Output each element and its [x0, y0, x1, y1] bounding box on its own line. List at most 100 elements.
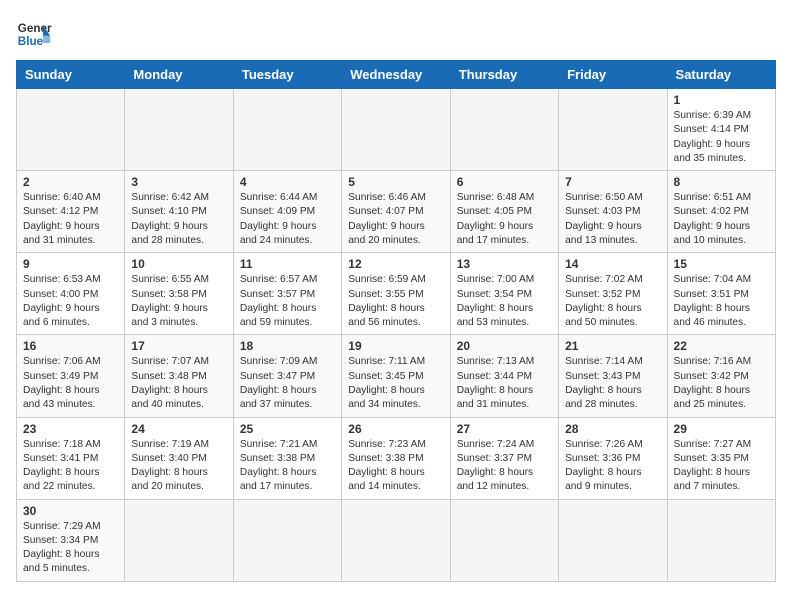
day-number: 5: [348, 175, 443, 189]
day-number: 21: [565, 339, 660, 353]
day-number: 15: [674, 257, 769, 271]
day-info: Sunrise: 6:53 AM Sunset: 4:00 PM Dayligh…: [23, 273, 118, 330]
calendar-cell: 14 Sunrise: 7:02 AM Sunset: 3:52 PM Dayli…: [559, 253, 667, 335]
calendar-week-4: 23Sunrise: 7:18 AM Sunset: 3:41 PM Dayli…: [17, 417, 776, 499]
calendar-cell: 24 Sunrise: 7:19 AM Sunset: 3:40 PM Dayli…: [125, 417, 233, 499]
day-info: Sunrise: 6:39 AM Sunset: 4:14 PM Dayligh…: [674, 109, 769, 166]
day-header-thursday: Thursday: [450, 61, 558, 89]
calendar-cell: 7Sunrise: 6:50 AM Sunset: 4:03 PM Daylig…: [559, 171, 667, 253]
calendar-cell: 30 Sunrise: 7:29 AM Sunset: 3:34 PM Dayli…: [17, 499, 125, 581]
day-number: 9: [23, 257, 118, 271]
header: General Blue: [16, 16, 776, 52]
calendar-week-1: 2 Sunrise: 6:40 AM Sunset: 4:12 PM Daylig…: [17, 171, 776, 253]
calendar-cell: 1 Sunrise: 6:39 AM Sunset: 4:14 PM Daylig…: [667, 89, 775, 171]
day-number: 28: [565, 422, 660, 436]
calendar-cell: 2 Sunrise: 6:40 AM Sunset: 4:12 PM Daylig…: [17, 171, 125, 253]
logo: General Blue: [16, 16, 52, 52]
calendar-cell: [125, 499, 233, 581]
day-number: 16: [23, 339, 118, 353]
day-info: Sunrise: 7:26 AM Sunset: 3:36 PM Dayligh…: [565, 438, 660, 495]
calendar-cell: [17, 89, 125, 171]
calendar-cell: [233, 89, 341, 171]
calendar-cell: 4Sunrise: 6:44 AM Sunset: 4:09 PM Daylig…: [233, 171, 341, 253]
calendar-cell: 13 Sunrise: 7:00 AM Sunset: 3:54 PM Dayli…: [450, 253, 558, 335]
day-info: Sunrise: 7:24 AM Sunset: 3:37 PM Dayligh…: [457, 438, 552, 495]
day-info: Sunrise: 6:50 AM Sunset: 4:03 PM Dayligh…: [565, 191, 660, 248]
day-info: Sunrise: 6:46 AM Sunset: 4:07 PM Dayligh…: [348, 191, 443, 248]
calendar: SundayMondayTuesdayWednesdayThursdayFrid…: [16, 60, 776, 582]
day-number: 25: [240, 422, 335, 436]
calendar-cell: 10Sunrise: 6:55 AM Sunset: 3:58 PM Dayli…: [125, 253, 233, 335]
calendar-cell: 3 Sunrise: 6:42 AM Sunset: 4:10 PM Daylig…: [125, 171, 233, 253]
calendar-cell: [342, 89, 450, 171]
day-info: Sunrise: 7:27 AM Sunset: 3:35 PM Dayligh…: [674, 438, 769, 495]
day-info: Sunrise: 7:29 AM Sunset: 3:34 PM Dayligh…: [23, 520, 118, 577]
day-info: Sunrise: 7:06 AM Sunset: 3:49 PM Dayligh…: [23, 355, 118, 412]
day-info: Sunrise: 7:19 AM Sunset: 3:40 PM Dayligh…: [131, 438, 226, 495]
calendar-cell: [342, 499, 450, 581]
day-number: 17: [131, 339, 226, 353]
day-info: Sunrise: 7:11 AM Sunset: 3:45 PM Dayligh…: [348, 355, 443, 412]
calendar-week-5: 30 Sunrise: 7:29 AM Sunset: 3:34 PM Dayli…: [17, 499, 776, 581]
calendar-cell: 26Sunrise: 7:23 AM Sunset: 3:38 PM Dayli…: [342, 417, 450, 499]
day-info: Sunrise: 6:57 AM Sunset: 3:57 PM Dayligh…: [240, 273, 335, 330]
calendar-cell: 19Sunrise: 7:11 AM Sunset: 3:45 PM Dayli…: [342, 335, 450, 417]
day-number: 1: [674, 93, 769, 107]
day-info: Sunrise: 6:55 AM Sunset: 3:58 PM Dayligh…: [131, 273, 226, 330]
calendar-cell: 21 Sunrise: 7:14 AM Sunset: 3:43 PM Dayli…: [559, 335, 667, 417]
calendar-cell: 18Sunrise: 7:09 AM Sunset: 3:47 PM Dayli…: [233, 335, 341, 417]
day-number: 13: [457, 257, 552, 271]
day-number: 22: [674, 339, 769, 353]
day-info: Sunrise: 6:51 AM Sunset: 4:02 PM Dayligh…: [674, 191, 769, 248]
day-info: Sunrise: 6:44 AM Sunset: 4:09 PM Dayligh…: [240, 191, 335, 248]
day-number: 3: [131, 175, 226, 189]
day-info: Sunrise: 7:21 AM Sunset: 3:38 PM Dayligh…: [240, 438, 335, 495]
calendar-cell: 27 Sunrise: 7:24 AM Sunset: 3:37 PM Dayli…: [450, 417, 558, 499]
day-header-sunday: Sunday: [17, 61, 125, 89]
day-number: 24: [131, 422, 226, 436]
day-info: Sunrise: 6:42 AM Sunset: 4:10 PM Dayligh…: [131, 191, 226, 248]
day-number: 14: [565, 257, 660, 271]
calendar-cell: [450, 499, 558, 581]
day-info: Sunrise: 6:48 AM Sunset: 4:05 PM Dayligh…: [457, 191, 552, 248]
calendar-cell: 25 Sunrise: 7:21 AM Sunset: 3:38 PM Dayli…: [233, 417, 341, 499]
calendar-cell: 15Sunrise: 7:04 AM Sunset: 3:51 PM Dayli…: [667, 253, 775, 335]
calendar-cell: [125, 89, 233, 171]
day-number: 6: [457, 175, 552, 189]
day-header-friday: Friday: [559, 61, 667, 89]
calendar-cell: 29Sunrise: 7:27 AM Sunset: 3:35 PM Dayli…: [667, 417, 775, 499]
day-info: Sunrise: 7:07 AM Sunset: 3:48 PM Dayligh…: [131, 355, 226, 412]
day-number: 2: [23, 175, 118, 189]
calendar-cell: 16 Sunrise: 7:06 AM Sunset: 3:49 PM Dayli…: [17, 335, 125, 417]
calendar-cell: 23Sunrise: 7:18 AM Sunset: 3:41 PM Dayli…: [17, 417, 125, 499]
day-info: Sunrise: 7:00 AM Sunset: 3:54 PM Dayligh…: [457, 273, 552, 330]
day-info: Sunrise: 7:18 AM Sunset: 3:41 PM Dayligh…: [23, 438, 118, 495]
day-number: 8: [674, 175, 769, 189]
calendar-cell: 20 Sunrise: 7:13 AM Sunset: 3:44 PM Dayli…: [450, 335, 558, 417]
day-number: 12: [348, 257, 443, 271]
day-info: Sunrise: 6:59 AM Sunset: 3:55 PM Dayligh…: [348, 273, 443, 330]
calendar-cell: 28 Sunrise: 7:26 AM Sunset: 3:36 PM Dayli…: [559, 417, 667, 499]
day-number: 30: [23, 504, 118, 518]
calendar-cell: 5 Sunrise: 6:46 AM Sunset: 4:07 PM Daylig…: [342, 171, 450, 253]
calendar-cell: 11 Sunrise: 6:57 AM Sunset: 3:57 PM Dayli…: [233, 253, 341, 335]
day-info: Sunrise: 7:14 AM Sunset: 3:43 PM Dayligh…: [565, 355, 660, 412]
day-info: Sunrise: 7:13 AM Sunset: 3:44 PM Dayligh…: [457, 355, 552, 412]
day-header-wednesday: Wednesday: [342, 61, 450, 89]
day-info: Sunrise: 6:40 AM Sunset: 4:12 PM Dayligh…: [23, 191, 118, 248]
day-header-tuesday: Tuesday: [233, 61, 341, 89]
calendar-cell: 22 Sunrise: 7:16 AM Sunset: 3:42 PM Dayli…: [667, 335, 775, 417]
day-number: 11: [240, 257, 335, 271]
calendar-cell: 17 Sunrise: 7:07 AM Sunset: 3:48 PM Dayli…: [125, 335, 233, 417]
calendar-cell: [559, 499, 667, 581]
day-info: Sunrise: 7:16 AM Sunset: 3:42 PM Dayligh…: [674, 355, 769, 412]
calendar-cell: 8 Sunrise: 6:51 AM Sunset: 4:02 PM Daylig…: [667, 171, 775, 253]
calendar-cell: 6 Sunrise: 6:48 AM Sunset: 4:05 PM Daylig…: [450, 171, 558, 253]
calendar-week-3: 16 Sunrise: 7:06 AM Sunset: 3:49 PM Dayli…: [17, 335, 776, 417]
day-number: 20: [457, 339, 552, 353]
day-header-saturday: Saturday: [667, 61, 775, 89]
day-info: Sunrise: 7:02 AM Sunset: 3:52 PM Dayligh…: [565, 273, 660, 330]
day-info: Sunrise: 7:23 AM Sunset: 3:38 PM Dayligh…: [348, 438, 443, 495]
calendar-cell: 9 Sunrise: 6:53 AM Sunset: 4:00 PM Daylig…: [17, 253, 125, 335]
day-number: 27: [457, 422, 552, 436]
